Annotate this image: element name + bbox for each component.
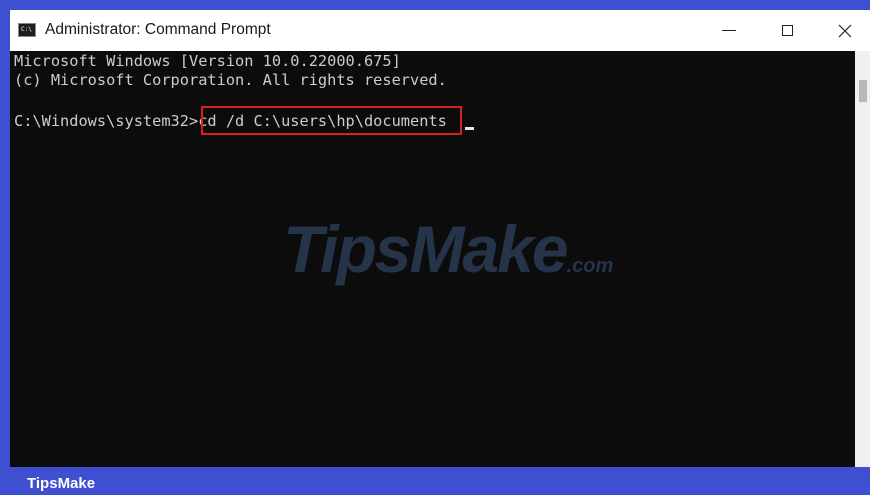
command-prompt-icon[interactable]: C:\: [18, 23, 36, 37]
maximize-button[interactable]: [758, 10, 816, 51]
watermark-suffix: .com: [566, 255, 614, 277]
title-bar[interactable]: C:\ Administrator: Command Prompt: [10, 10, 870, 51]
command-highlight-box: [201, 106, 462, 135]
maximize-icon: [781, 25, 793, 36]
footer-brand: TipsMake: [27, 475, 96, 492]
watermark-logo: TipsMake.com: [283, 211, 613, 287]
console-line: Microsoft Windows [Version 10.0.22000.67…: [14, 52, 401, 70]
prompt: C:\Windows\system32>: [14, 112, 199, 130]
command-prompt-window: C:\ Administrator: Command Prompt Micros…: [10, 10, 870, 467]
window-title: Administrator: Command Prompt: [45, 21, 271, 38]
scrollbar-thumb[interactable]: [859, 80, 867, 102]
vertical-scrollbar[interactable]: [855, 51, 870, 467]
watermark-text: TipsMake: [283, 212, 569, 286]
minimize-button[interactable]: [700, 10, 758, 51]
close-button[interactable]: [816, 10, 870, 51]
minimize-icon: [722, 30, 736, 31]
text-cursor: [465, 127, 474, 130]
console-line: (c) Microsoft Corporation. All rights re…: [14, 71, 447, 89]
console-output[interactable]: Microsoft Windows [Version 10.0.22000.67…: [10, 51, 855, 467]
close-icon: [838, 24, 852, 38]
